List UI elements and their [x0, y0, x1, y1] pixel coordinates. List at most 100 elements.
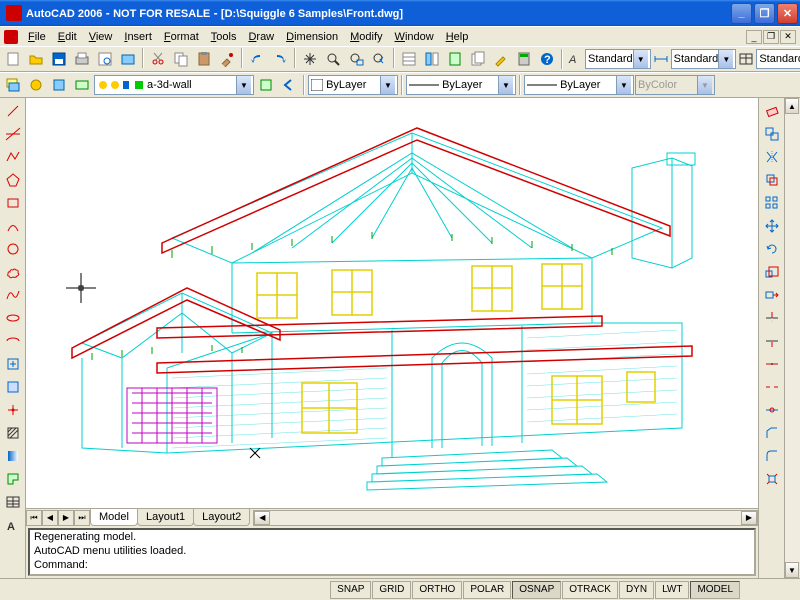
linetype-combo[interactable]: ByLayer▼: [406, 75, 516, 95]
rectangle-tool-icon[interactable]: [2, 192, 24, 214]
layer-previous-icon[interactable]: [278, 74, 300, 96]
array-tool-icon[interactable]: [761, 192, 783, 214]
arc-tool-icon[interactable]: [2, 215, 24, 237]
menu-edit[interactable]: Edit: [52, 29, 83, 45]
layer-prev-icon[interactable]: [71, 74, 93, 96]
match-prop-icon[interactable]: [216, 48, 238, 70]
ellipse-tool-icon[interactable]: [2, 307, 24, 329]
chamfer-tool-icon[interactable]: [761, 422, 783, 444]
menu-help[interactable]: Help: [440, 29, 475, 45]
menu-file[interactable]: File: [22, 29, 52, 45]
menu-format[interactable]: Format: [158, 29, 205, 45]
tab-layout2[interactable]: Layout2: [193, 509, 250, 526]
color-combo[interactable]: ByLayer▼: [308, 75, 398, 95]
stretch-tool-icon[interactable]: [761, 284, 783, 306]
erase-tool-icon[interactable]: [761, 100, 783, 122]
ellipse-arc-tool-icon[interactable]: [2, 330, 24, 352]
properties-icon[interactable]: [398, 48, 420, 70]
lineweight-combo[interactable]: ByLayer▼: [524, 75, 634, 95]
pan-icon[interactable]: [299, 48, 321, 70]
spline-tool-icon[interactable]: [2, 284, 24, 306]
break-tool-icon[interactable]: [761, 376, 783, 398]
save-icon[interactable]: [48, 48, 70, 70]
redo-icon[interactable]: [269, 48, 291, 70]
layer-filter-icon[interactable]: [48, 74, 70, 96]
layer-props-icon[interactable]: [2, 74, 24, 96]
table-style-combo[interactable]: Standard▼: [756, 49, 800, 69]
undo-icon[interactable]: [246, 48, 268, 70]
plot-preview-icon[interactable]: [94, 48, 116, 70]
dim-style-combo[interactable]: Standard▼: [671, 49, 737, 69]
command-window[interactable]: Regenerating model. AutoCAD menu utiliti…: [28, 528, 756, 576]
status-model[interactable]: MODEL: [690, 581, 740, 599]
paste-icon[interactable]: [193, 48, 215, 70]
maximize-button[interactable]: ❐: [754, 3, 775, 24]
zoom-rt-icon[interactable]: [322, 48, 344, 70]
join-tool-icon[interactable]: [761, 399, 783, 421]
tool-palettes-icon[interactable]: [444, 48, 466, 70]
explode-tool-icon[interactable]: [761, 468, 783, 490]
plot-icon[interactable]: [71, 48, 93, 70]
scroll-up-button[interactable]: ▲: [785, 98, 799, 114]
status-polar[interactable]: POLAR: [463, 581, 511, 599]
status-ortho[interactable]: ORTHO: [412, 581, 462, 599]
layer-make-current-icon[interactable]: [255, 74, 277, 96]
publish-icon[interactable]: [117, 48, 139, 70]
menu-tools[interactable]: Tools: [205, 29, 243, 45]
tab-layout1[interactable]: Layout1: [137, 509, 194, 526]
line-tool-icon[interactable]: [2, 100, 24, 122]
new-icon[interactable]: [2, 48, 24, 70]
tab-first-button[interactable]: ⏮: [26, 510, 42, 526]
block-tool-icon[interactable]: [2, 376, 24, 398]
tab-model[interactable]: Model: [90, 509, 138, 526]
sheet-set-icon[interactable]: [467, 48, 489, 70]
qcalc-icon[interactable]: [513, 48, 535, 70]
scroll-left-button[interactable]: ◀: [254, 511, 270, 525]
status-snap[interactable]: SNAP: [330, 581, 371, 599]
doc-restore-button[interactable]: ❐: [763, 30, 779, 44]
status-lwt[interactable]: LWT: [655, 581, 689, 599]
status-dyn[interactable]: DYN: [619, 581, 654, 599]
design-center-icon[interactable]: [421, 48, 443, 70]
status-otrack[interactable]: OTRACK: [562, 581, 618, 599]
gradient-tool-icon[interactable]: [2, 445, 24, 467]
extend-tool-icon[interactable]: [761, 330, 783, 352]
status-grid[interactable]: GRID: [372, 581, 411, 599]
trim-tool-icon[interactable]: [761, 307, 783, 329]
xline-tool-icon[interactable]: [2, 123, 24, 145]
scroll-right-button[interactable]: ▶: [741, 511, 757, 525]
fillet-tool-icon[interactable]: [761, 445, 783, 467]
minimize-button[interactable]: _: [731, 3, 752, 24]
revcloud-tool-icon[interactable]: [2, 261, 24, 283]
zoom-win-icon[interactable]: [345, 48, 367, 70]
mirror-tool-icon[interactable]: [761, 146, 783, 168]
pline-tool-icon[interactable]: [2, 146, 24, 168]
vertical-scrollbar[interactable]: ▲ ▼: [784, 98, 800, 578]
table-tool-icon[interactable]: [2, 491, 24, 513]
help-icon[interactable]: ?: [536, 48, 558, 70]
menu-insert[interactable]: Insert: [118, 29, 158, 45]
tab-prev-button[interactable]: ◀: [42, 510, 58, 526]
dim-style-icon[interactable]: [652, 48, 670, 70]
move-tool-icon[interactable]: [761, 215, 783, 237]
hatch-tool-icon[interactable]: [2, 422, 24, 444]
copy-icon[interactable]: [170, 48, 192, 70]
rotate-tool-icon[interactable]: [761, 238, 783, 260]
circle-tool-icon[interactable]: [2, 238, 24, 260]
tab-next-button[interactable]: ▶: [58, 510, 74, 526]
menu-dimension[interactable]: Dimension: [280, 29, 344, 45]
text-style-combo[interactable]: Standard▼: [585, 49, 651, 69]
mtext-tool-icon[interactable]: A: [2, 514, 24, 536]
open-icon[interactable]: [25, 48, 47, 70]
menu-window[interactable]: Window: [389, 29, 440, 45]
point-tool-icon[interactable]: [2, 399, 24, 421]
doc-close-button[interactable]: ✕: [780, 30, 796, 44]
scale-tool-icon[interactable]: [761, 261, 783, 283]
doc-minimize-button[interactable]: _: [746, 30, 762, 44]
cut-icon[interactable]: [147, 48, 169, 70]
offset-tool-icon[interactable]: [761, 169, 783, 191]
text-style-icon[interactable]: A: [566, 48, 584, 70]
menu-modify[interactable]: Modify: [344, 29, 388, 45]
cmd-prompt[interactable]: Command:: [34, 558, 750, 572]
polygon-tool-icon[interactable]: [2, 169, 24, 191]
